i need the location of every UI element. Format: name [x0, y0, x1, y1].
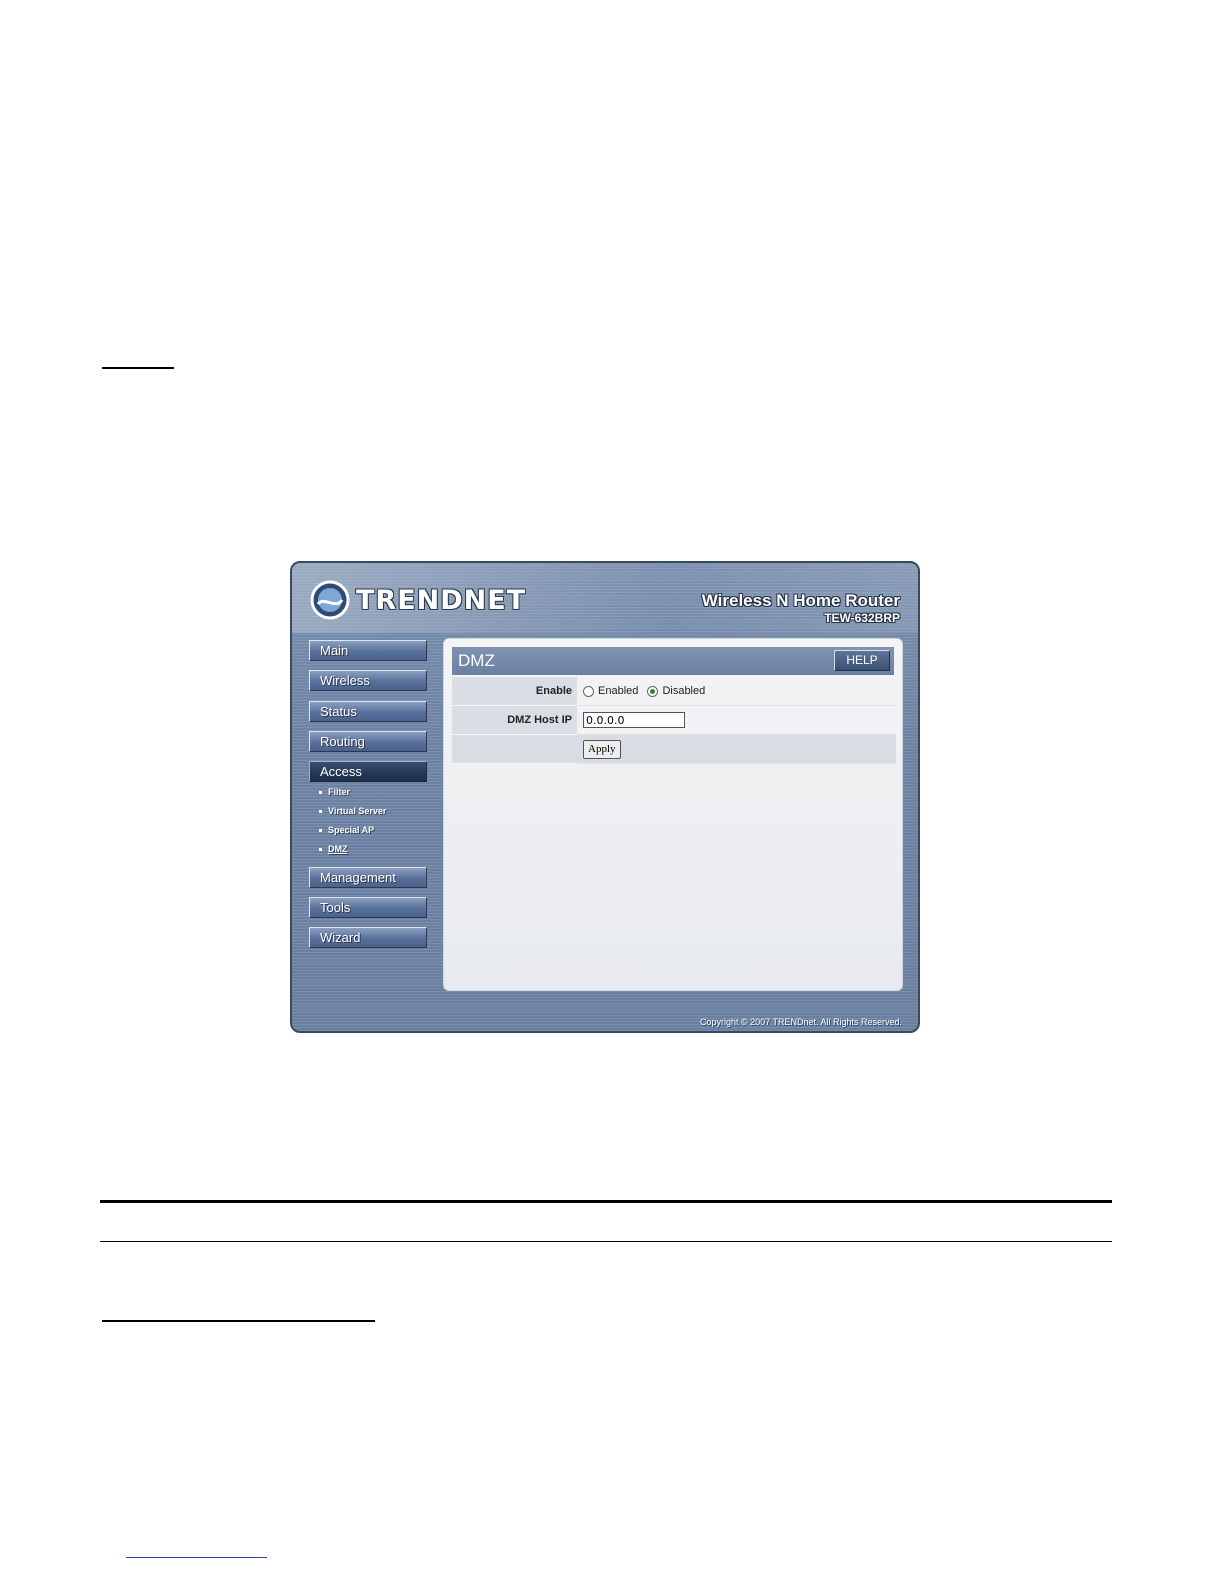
- dmz-form: Enable Enabled Disabled DMZ Host IP Appl…: [452, 677, 896, 764]
- bullet-icon: [319, 791, 322, 795]
- nav-status[interactable]: Status: [309, 701, 427, 722]
- disabled-radio[interactable]: [647, 685, 659, 697]
- nav-main[interactable]: Main: [309, 640, 427, 661]
- subnav-virtual-server[interactable]: Virtual Server: [319, 806, 386, 816]
- host-ip-input[interactable]: [583, 712, 685, 728]
- nav-tools[interactable]: Tools: [309, 897, 427, 918]
- nav-wireless[interactable]: Wireless: [309, 670, 427, 691]
- copyright-text: Copyright © 2007 TRENDnet. All Rights Re…: [699, 1017, 902, 1027]
- trendnet-globe-icon: [310, 580, 350, 620]
- link-underline-footer: [126, 1557, 267, 1558]
- subnav-dmz[interactable]: DMZ: [319, 844, 348, 854]
- enabled-radio[interactable]: [583, 685, 594, 697]
- trendnet-logo: TRENDNET: [310, 580, 526, 620]
- product-model: TEW-632BRP: [824, 611, 900, 625]
- brand-name: TRENDNET: [356, 584, 527, 616]
- heading-underline-bottom: [102, 1320, 375, 1322]
- apply-row: Apply: [452, 734, 896, 764]
- product-name: Wireless N Home Router: [701, 591, 900, 610]
- divider-thick: [100, 1200, 1112, 1203]
- heading-underline-top: [102, 367, 174, 369]
- disabled-radio-label: Disabled: [662, 685, 706, 698]
- enable-row: Enable Enabled Disabled: [452, 677, 896, 706]
- nav-wizard[interactable]: Wizard: [309, 927, 427, 948]
- help-button[interactable]: HELP: [834, 650, 890, 671]
- enabled-radio-label: Enabled: [598, 685, 639, 698]
- enable-options: Enabled Disabled: [577, 677, 896, 706]
- host-ip-label: DMZ Host IP: [452, 705, 577, 735]
- panel-header: DMZ HELP: [452, 647, 894, 675]
- router-admin-screenshot: TRENDNET Wireless N Home Router TEW-632B…: [290, 561, 920, 1033]
- dmz-panel: DMZ HELP Enable Enabled Disabled DMZ Hos…: [443, 638, 903, 991]
- enable-label: Enable: [452, 677, 577, 706]
- subnav-filter[interactable]: Filter: [319, 787, 350, 797]
- subnav-special-ap[interactable]: Special AP: [319, 825, 374, 835]
- nav-management[interactable]: Management: [309, 867, 427, 888]
- bullet-icon: [319, 810, 322, 814]
- bullet-icon: [319, 848, 322, 852]
- bullet-icon: [319, 829, 322, 833]
- apply-button[interactable]: Apply: [583, 739, 621, 759]
- nav-access[interactable]: Access: [309, 761, 427, 782]
- product-title: Wireless N Home Router TEW-632BRP: [702, 591, 900, 625]
- panel-title: DMZ: [458, 651, 495, 670]
- divider-thin: [100, 1241, 1112, 1242]
- host-ip-row: DMZ Host IP: [452, 705, 896, 735]
- nav-routing[interactable]: Routing: [309, 731, 427, 752]
